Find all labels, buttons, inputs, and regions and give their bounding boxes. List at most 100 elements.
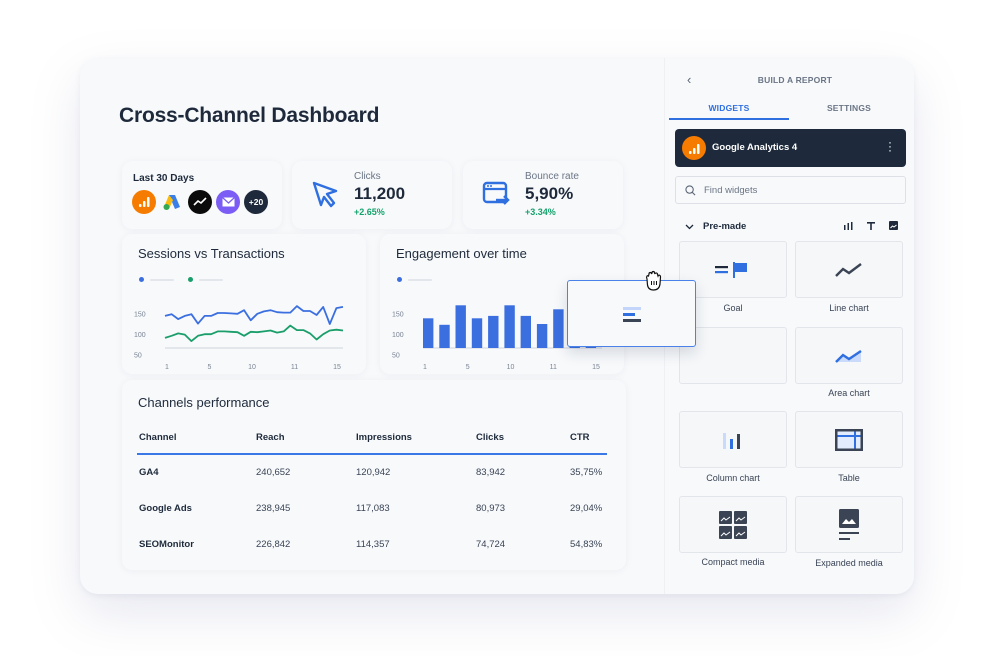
line-chart-plot: 501001501 5 10 11 15: [134, 305, 344, 371]
line-series-0: [164, 305, 344, 325]
widget-compact-media[interactable]: [679, 496, 787, 553]
bar: [439, 324, 450, 348]
google-analytics-icon: [682, 136, 706, 160]
image-icon[interactable]: [889, 221, 898, 230]
tab-widgets[interactable]: WIDGETS: [669, 100, 789, 120]
area-chart-icon: [835, 349, 862, 363]
x-tick-label: 11: [550, 364, 557, 371]
trend-icon[interactable]: [188, 190, 212, 214]
table-icon: [835, 428, 863, 451]
y-tick-label: 100: [392, 332, 404, 339]
kpi-label: Bounce rate: [525, 171, 579, 182]
google-analytics-icon[interactable]: [132, 190, 156, 214]
panel-tabs: WIDGETS SETTINGS: [669, 100, 909, 120]
bar: [520, 315, 531, 348]
sessions-vs-transactions-chart[interactable]: Sessions vs Transactions 50 100 150 1 5 10 11 1…: [122, 234, 366, 374]
cell-reach: 238,945: [256, 502, 291, 514]
source-icons: +20: [132, 190, 268, 214]
more-sources-badge[interactable]: +20: [244, 190, 268, 214]
dashboard-window: Cross-Channel Dashboard Last 30 Days +20: [80, 58, 914, 594]
table-row: GA4 240,652 120,942 83,942 35,75%: [137, 454, 607, 490]
x-tick-label: 15: [592, 364, 600, 371]
mail-icon[interactable]: [216, 190, 240, 214]
widget-label: Column chart: [706, 473, 760, 483]
y-tick-label: 50: [392, 353, 400, 360]
tab-settings[interactable]: SETTINGS: [789, 100, 909, 120]
cell-ctr: 54,83%: [570, 538, 603, 550]
cell-clicks: 74,724: [476, 538, 506, 550]
kpi-delta: +2.65%: [354, 207, 385, 217]
goal-flag-icon: [715, 261, 747, 278]
widget-line-chart[interactable]: [795, 241, 903, 298]
channels-performance-card: Channels performance Channel Reach Impre…: [122, 380, 626, 570]
column-header-ctr[interactable]: CTR: [568, 423, 607, 455]
y-tick-label: 150: [134, 312, 146, 319]
data-source-selector[interactable]: Google Analytics 4 · · ·: [675, 129, 906, 167]
page-title: Cross-Channel Dashboard: [119, 104, 380, 127]
dragged-widget[interactable]: [567, 280, 696, 347]
bar: [536, 324, 548, 348]
x-tick-label: 5: [208, 364, 212, 371]
cell-impressions: 114,357: [356, 538, 390, 550]
widget-area-chart[interactable]: [795, 327, 903, 384]
google-ads-icon[interactable]: [160, 190, 184, 214]
line-chart-icon: [835, 262, 862, 277]
kpi-label: Clicks: [354, 171, 381, 182]
bar-chart-icon[interactable]: [844, 221, 853, 230]
cell-channel: SEOMonitor: [139, 538, 194, 550]
grab-cursor-icon: [646, 270, 662, 291]
widget-filter-tools: [844, 221, 898, 230]
y-tick-label: 50: [134, 353, 142, 360]
kpi-value: 11,200: [354, 184, 406, 203]
panel-title: BUILD A REPORT: [757, 75, 833, 85]
x-tick-label: 15: [333, 364, 341, 371]
table-title: Channels performance: [138, 395, 270, 410]
y-tick-label: 100: [134, 332, 146, 339]
chevron-down-icon: [685, 224, 694, 229]
y-tick-label: 150: [392, 312, 404, 319]
search-icon: [685, 185, 696, 196]
x-tick-label: 10: [507, 364, 515, 371]
column-header-channel[interactable]: Channel: [137, 423, 254, 455]
bar: [471, 318, 483, 348]
column-chart-icon: [723, 432, 740, 449]
table-header-row: Channel Reach Impressions Clicks CTR: [137, 423, 607, 455]
widget-table[interactable]: [795, 411, 903, 468]
cell-impressions: 120,942: [356, 467, 391, 478]
column-header-impressions[interactable]: Impressions: [354, 423, 474, 455]
kpi-bounce-rate-card: Bounce rate 5,90% +3.34%: [463, 161, 623, 229]
cell-reach: 240,652: [256, 467, 291, 478]
widget-expanded-media[interactable]: [795, 496, 903, 553]
cell-channel: Google Ads: [139, 502, 192, 514]
widget-label: Expanded media: [815, 558, 883, 568]
table-row: Google Ads 238,945 117,083 80,973 29,04%: [137, 490, 607, 526]
search-input[interactable]: [704, 182, 894, 198]
widget-label: Compact media: [701, 557, 765, 567]
cell-channel: GA4: [139, 467, 159, 478]
compact-media-icon: [719, 510, 747, 539]
x-tick-label: 11: [291, 364, 298, 371]
date-range-label: Last 30 Days: [133, 173, 195, 184]
x-tick-label: 1: [423, 364, 427, 371]
table-row: SEOMonitor 226,842 114,357 74,724 54,83%: [137, 526, 607, 562]
data-source-name: Google Analytics 4: [712, 142, 798, 153]
text-icon[interactable]: [867, 221, 875, 230]
cell-ctr: 35,75%: [570, 467, 603, 478]
x-tick-label: 10: [248, 364, 256, 371]
bar-list-icon: [622, 306, 641, 322]
widget-label: Line chart: [829, 303, 869, 313]
browser-exit-icon: [482, 181, 510, 205]
widget-search[interactable]: [675, 176, 906, 204]
kpi-delta: +3.34%: [525, 207, 556, 217]
section-label: Pre-made: [703, 221, 747, 232]
premade-section-toggle[interactable]: Pre-made: [685, 221, 746, 232]
bar: [488, 315, 499, 348]
column-header-clicks[interactable]: Clicks: [474, 423, 568, 455]
kebab-menu-icon[interactable]: · · ·: [888, 136, 892, 156]
column-header-reach[interactable]: Reach: [254, 423, 354, 455]
bar: [504, 305, 515, 348]
widget-label: Area chart: [828, 388, 870, 398]
widget-column-chart[interactable]: [679, 411, 787, 468]
bar: [423, 318, 434, 348]
kpi-value: 5,90%: [525, 184, 574, 203]
